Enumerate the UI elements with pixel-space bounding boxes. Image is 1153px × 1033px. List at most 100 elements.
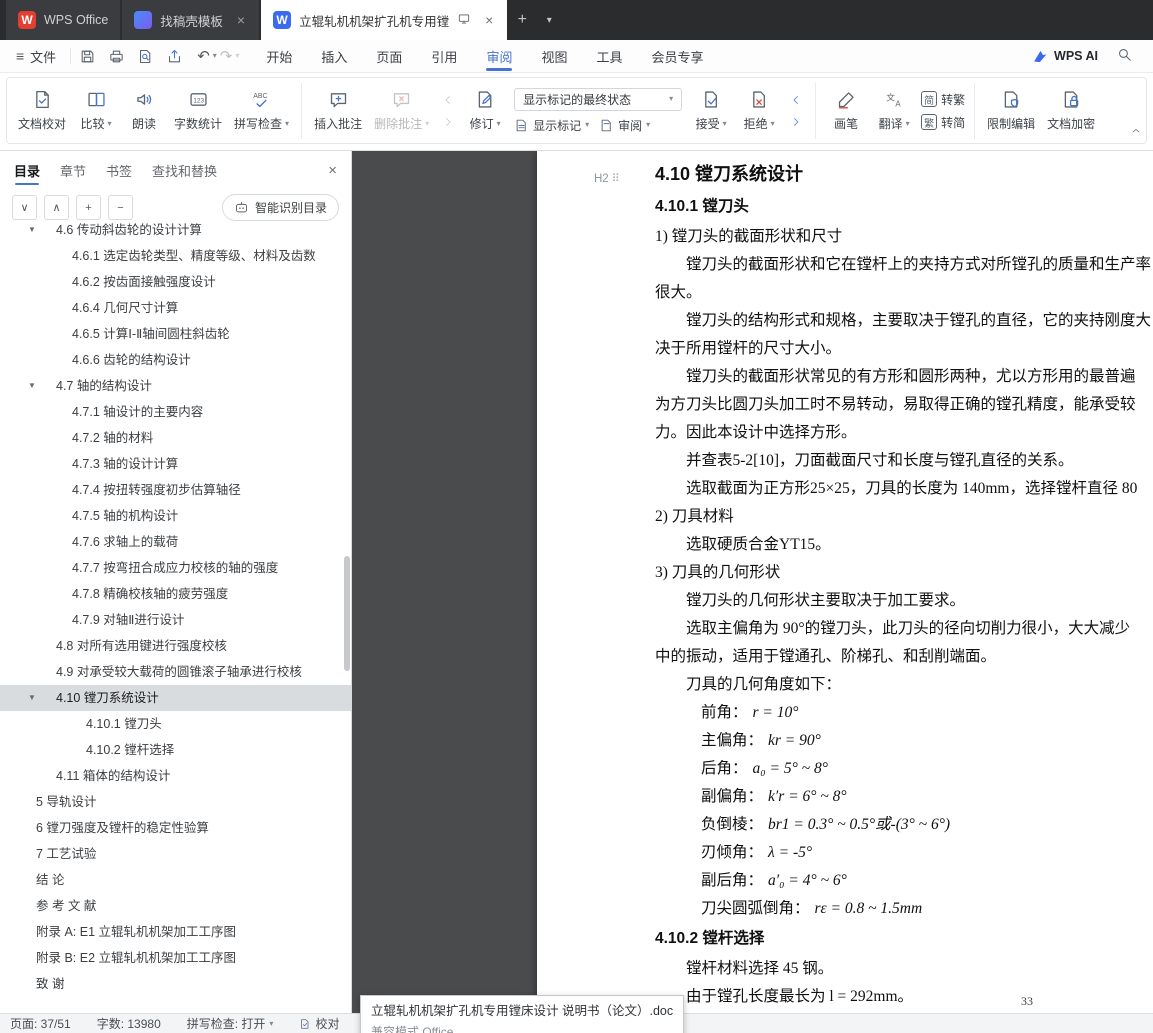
- toc-item[interactable]: 4.9 对承受较大载荷的圆锥滚子轴承进行校核: [0, 659, 351, 685]
- collapse-ribbon-button[interactable]: [1130, 124, 1142, 142]
- toc-item[interactable]: 4.6.6 齿轮的结构设计: [0, 347, 351, 373]
- print-button[interactable]: [108, 48, 125, 65]
- toc-item[interactable]: 4.10.1 镗刀头: [0, 711, 351, 737]
- file-menu-button[interactable]: ≡ 文件: [10, 47, 62, 66]
- toc-item-label: 4.7.3 轴的设计计算: [72, 457, 179, 471]
- document-line: 选取主偏角为 90°的镗刀头，此刀头的径向切削力很小，大大减少: [686, 620, 1131, 637]
- menu-tab[interactable]: 插入: [320, 40, 348, 72]
- toc-item[interactable]: 4.7.5 轴的机构设计: [0, 503, 351, 529]
- toc-item[interactable]: 4.6.1 选定齿轮类型、精度等级、材料及齿数: [0, 243, 351, 269]
- toc-item[interactable]: 参 考 文 献: [0, 893, 351, 919]
- proofread-status-button[interactable]: 校对: [299, 1015, 339, 1032]
- save-button[interactable]: [79, 48, 96, 65]
- undo-history-icon[interactable]: ▾: [213, 52, 217, 60]
- accept-button[interactable]: 接受 ▾: [688, 86, 734, 135]
- menu-tab[interactable]: 开始: [265, 40, 293, 72]
- toc-item[interactable]: 4.6.4 几何尺寸计算: [0, 295, 351, 321]
- toc-item[interactable]: ▼ 4.6 传动斜齿轮的设计计算: [0, 217, 351, 243]
- tab-list-button[interactable]: ▾: [537, 0, 561, 40]
- spell-check-button[interactable]: ABC 拼写检查 ▾: [229, 86, 294, 135]
- translate-button[interactable]: 文A 翻译 ▾: [871, 86, 917, 135]
- show-markup-button[interactable]: 显示标记 ▾: [514, 117, 589, 134]
- drag-handle-icon[interactable]: ⠿: [612, 172, 620, 185]
- sidebar-tab[interactable]: 书签: [106, 151, 132, 189]
- prev-change-button[interactable]: [786, 92, 806, 108]
- tab-docer-template[interactable]: 找稿壳模板 ×: [122, 0, 260, 40]
- word-count-button[interactable]: 123 字数统计: [169, 86, 227, 135]
- toc-item[interactable]: 4.8 对所有选用键进行强度校核: [0, 633, 351, 659]
- toc-item[interactable]: 附录 A: E1 立辊轧机机架加工工序图: [0, 919, 351, 945]
- spellcheck-status[interactable]: 拼写检查: 打开 ▾: [187, 1015, 274, 1032]
- compare-button[interactable]: 比较 ▾: [73, 86, 119, 135]
- redo-button[interactable]: ↷: [220, 47, 233, 65]
- toc-item[interactable]: 4.6.2 按齿面接触强度设计: [0, 269, 351, 295]
- output-button[interactable]: [166, 48, 183, 65]
- wps-ai-button[interactable]: WPS AI: [1032, 48, 1098, 65]
- heading-level-badge[interactable]: H2 ⠿: [594, 172, 620, 186]
- doc-proofread-button[interactable]: 文档校对: [13, 86, 71, 135]
- review-pane-button[interactable]: 审阅 ▾: [599, 117, 650, 134]
- close-panel-icon[interactable]: ×: [328, 162, 337, 179]
- markup-state-select[interactable]: 显示标记的最终状态 ▾: [514, 87, 683, 111]
- toc-item[interactable]: 4.11 箱体的结构设计: [0, 763, 351, 789]
- next-change-button[interactable]: [786, 114, 806, 130]
- read-aloud-button[interactable]: 朗读: [121, 86, 167, 135]
- prev-comment-button[interactable]: [438, 92, 458, 108]
- sidebar-scrollbar-thumb[interactable]: [344, 556, 350, 671]
- traditional-to-simplified-button[interactable]: 繁 转简: [921, 114, 965, 131]
- document-line: 刃倾角： λ = -5°: [701, 844, 813, 861]
- menu-tab[interactable]: 页面: [375, 40, 403, 72]
- track-changes-button[interactable]: 修订 ▾: [462, 86, 508, 135]
- toc-expand-icon[interactable]: ▼: [28, 217, 36, 243]
- next-comment-button[interactable]: [438, 114, 458, 130]
- word-count-status[interactable]: 字数: 13980: [97, 1015, 161, 1032]
- tab-wps-office[interactable]: W WPS Office: [6, 0, 121, 40]
- menu-tab[interactable]: 工具: [595, 40, 623, 72]
- simplified-to-traditional-button[interactable]: 简 转繁: [921, 91, 965, 108]
- insert-comment-button[interactable]: 插入批注: [309, 86, 367, 135]
- sidebar-tab[interactable]: 章节: [60, 151, 86, 189]
- toc-item[interactable]: 4.7.6 求轴上的载荷: [0, 529, 351, 555]
- menu-tab[interactable]: 引用: [430, 40, 458, 72]
- toc-item[interactable]: 附录 B: E2 立辊轧机机架加工工序图: [0, 945, 351, 971]
- search-button[interactable]: [1116, 46, 1133, 66]
- sidebar-tab[interactable]: 目录: [14, 151, 40, 189]
- document-page[interactable]: H2 ⠿ 4.10 镗刀系统设计 4.10.1 镗刀头 1) 镗刀头的截面形状和尺寸…: [537, 151, 1153, 1013]
- toc-item[interactable]: ▼ 4.10 镗刀系统设计: [0, 685, 351, 711]
- toc-item[interactable]: 4.7.7 按弯扭合成应力校核的轴的强度: [0, 555, 351, 581]
- toc-expand-icon[interactable]: ▼: [28, 685, 36, 711]
- toc-item[interactable]: 4.7.8 精确校核轴的疲劳强度: [0, 581, 351, 607]
- toc-item[interactable]: 4.7.9 对轴Ⅱ进行设计: [0, 607, 351, 633]
- brush-button[interactable]: 画笔: [823, 86, 869, 135]
- toc-expand-icon[interactable]: ▼: [28, 373, 36, 399]
- menu-tab[interactable]: 视图: [540, 40, 568, 72]
- toc-item[interactable]: 致 谢: [0, 971, 351, 997]
- restrict-edit-button[interactable]: 限制编辑: [982, 86, 1040, 135]
- toc-item[interactable]: 结 论: [0, 867, 351, 893]
- toc-item[interactable]: 4.7.2 轴的材料: [0, 425, 351, 451]
- delete-comment-button[interactable]: 删除批注 ▾: [369, 86, 434, 135]
- menu-tab[interactable]: 会员专享: [650, 40, 704, 72]
- tab-current-document[interactable]: W 立辊轧机机架扩孔机专用镗床 ×: [261, 0, 508, 40]
- menu-tab[interactable]: 审阅: [485, 40, 513, 72]
- toc-item[interactable]: 4.7.4 按扭转强度初步估算轴径: [0, 477, 351, 503]
- print-preview-button[interactable]: [137, 48, 154, 65]
- undo-button[interactable]: ↶: [197, 47, 210, 65]
- encrypt-button[interactable]: 文档加密: [1042, 86, 1100, 135]
- toc-item[interactable]: 7 工艺试验: [0, 841, 351, 867]
- svg-text:文: 文: [886, 91, 895, 102]
- new-tab-button[interactable]: +: [507, 0, 537, 40]
- toc-item[interactable]: ▼ 4.7 轴的结构设计: [0, 373, 351, 399]
- toc-item[interactable]: 5 导轨设计: [0, 789, 351, 815]
- toc-item[interactable]: 4.7.3 轴的设计计算: [0, 451, 351, 477]
- toc-item[interactable]: 4.10.2 镗杆选择: [0, 737, 351, 763]
- toc-item[interactable]: 4.7.1 轴设计的主要内容: [0, 399, 351, 425]
- tab-close-icon[interactable]: ×: [483, 12, 495, 28]
- sidebar-tab[interactable]: 查找和替换: [152, 151, 217, 189]
- divider: [301, 82, 303, 139]
- reject-button[interactable]: 拒绝 ▾: [736, 86, 782, 135]
- toc-item[interactable]: 6 镗刀强度及镗杆的稳定性验算: [0, 815, 351, 841]
- tab-close-icon[interactable]: ×: [235, 12, 247, 28]
- toc-item[interactable]: 4.6.5 计算Ⅰ-Ⅱ轴间圆柱斜齿轮: [0, 321, 351, 347]
- redo-history-icon[interactable]: ▾: [235, 52, 239, 60]
